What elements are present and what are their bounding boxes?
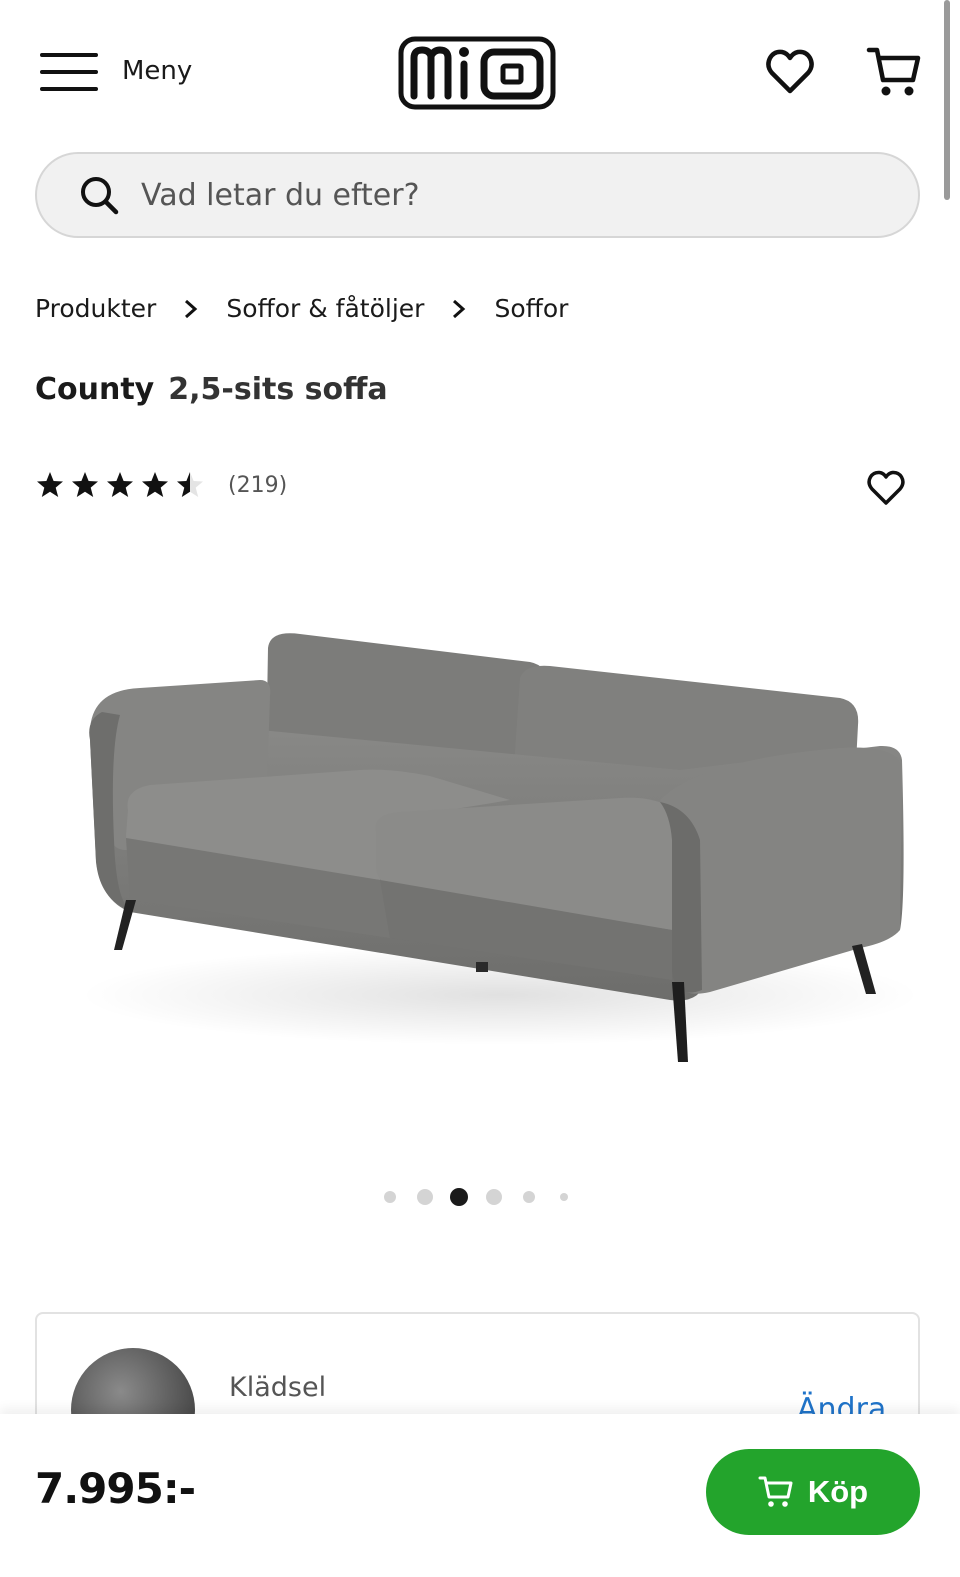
- buy-button[interactable]: Köp: [706, 1449, 920, 1535]
- product-image[interactable]: [60, 600, 920, 1100]
- favorite-heart-icon[interactable]: [866, 468, 906, 508]
- menu-label: Meny: [122, 56, 193, 86]
- star-icon: [37, 472, 63, 497]
- gallery-dot-active[interactable]: [450, 1188, 468, 1206]
- star-icon: [72, 472, 98, 497]
- upholstery-label: Klädsel: [229, 1372, 327, 1403]
- product-title: County 2,5-sits soffa: [35, 372, 388, 407]
- gallery-dot[interactable]: [523, 1191, 535, 1203]
- gallery-dot[interactable]: [384, 1191, 396, 1203]
- gallery-dot[interactable]: [486, 1189, 502, 1205]
- cart-icon: [758, 1476, 793, 1507]
- chevron-right-icon: [185, 299, 198, 318]
- product-price: 7.995:-: [35, 1464, 196, 1513]
- site-header: Meny: [0, 0, 960, 150]
- half-star-icon: [177, 472, 203, 497]
- review-count[interactable]: (219): [228, 473, 287, 498]
- gallery-dot[interactable]: [560, 1193, 568, 1201]
- menu-button[interactable]: Meny: [40, 50, 192, 92]
- search-icon[interactable]: [79, 175, 119, 215]
- breadcrumb: Produkter Soffor & fåtöljer Soffor: [35, 294, 568, 323]
- product-subtitle: 2,5-sits soffa: [168, 372, 388, 407]
- wishlist-heart-icon[interactable]: [764, 46, 816, 98]
- breadcrumb-soffor[interactable]: Soffor: [494, 294, 568, 323]
- chevron-right-icon: [453, 299, 466, 318]
- search-bar[interactable]: [35, 152, 920, 238]
- breadcrumb-produkter[interactable]: Produkter: [35, 294, 156, 323]
- star-icon: [107, 472, 133, 497]
- cart-icon[interactable]: [866, 44, 922, 100]
- product-name: County: [35, 372, 155, 407]
- gallery-dot[interactable]: [417, 1189, 433, 1205]
- gallery-pagination: [0, 1186, 960, 1208]
- sticky-purchase-bar: 7.995:- Köp: [0, 1414, 960, 1577]
- mio-logo[interactable]: [398, 36, 556, 110]
- product-rating[interactable]: (219): [35, 470, 287, 500]
- search-input[interactable]: [141, 177, 841, 213]
- buy-label: Köp: [807, 1474, 869, 1509]
- breadcrumb-soffor-fatoljer[interactable]: Soffor & fåtöljer: [226, 294, 424, 323]
- page-scrollbar[interactable]: [944, 0, 950, 200]
- star-icon: [142, 472, 168, 497]
- hamburger-icon: [40, 50, 98, 92]
